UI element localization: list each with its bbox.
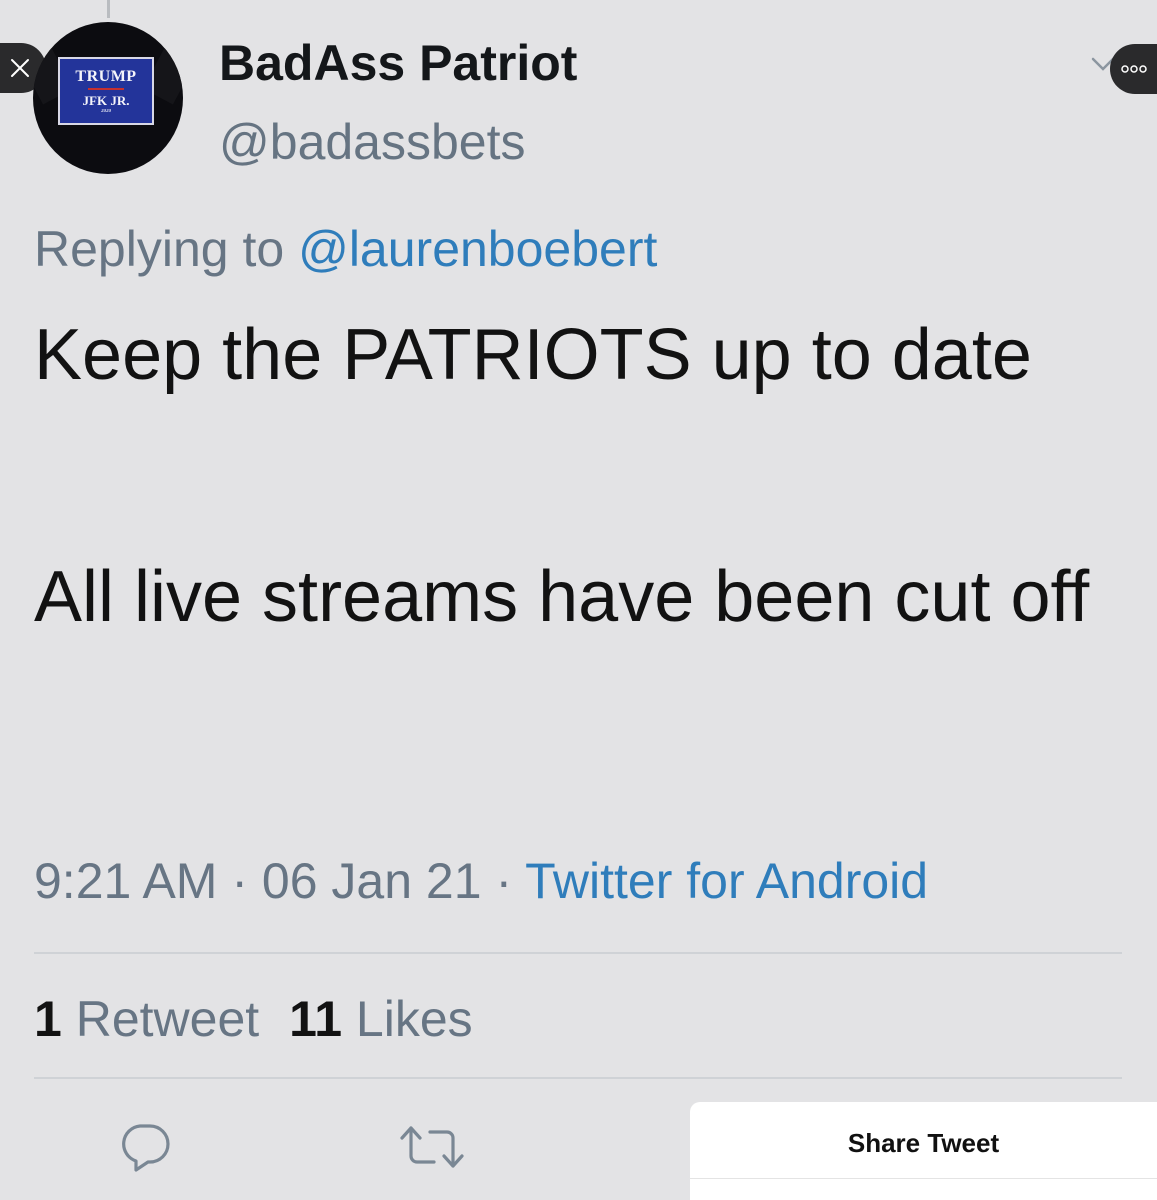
- user-handle[interactable]: @badassbets: [219, 113, 526, 171]
- share-sheet: Share Tweet: [690, 1102, 1157, 1200]
- thread-line: [107, 0, 110, 18]
- like-count: 11: [289, 991, 343, 1047]
- retweet-label: Retweet: [75, 991, 260, 1047]
- avatar-shirt-patch: TRUMP JFK JR. 2020: [58, 57, 154, 125]
- meta-separator: ·: [231, 853, 249, 909]
- replying-to: Replying to @laurenboebert: [34, 220, 657, 278]
- retweet-icon[interactable]: [398, 1122, 466, 1172]
- tweet-text: Keep the PATRIOTS up to date All live st…: [34, 315, 1094, 637]
- more-dots-icon: [1120, 65, 1147, 73]
- engagement-stats: 1 Retweet 11 Likes: [34, 990, 473, 1048]
- tweet-paragraph-1: Keep the PATRIOTS up to date: [34, 315, 1032, 395]
- likes-label: Likes: [355, 991, 473, 1047]
- close-icon: [11, 59, 29, 77]
- tweet-date: 06 Jan 21: [261, 853, 482, 909]
- tweet-source-link[interactable]: Twitter for Android: [525, 853, 928, 909]
- tweet-paragraph-2: All live streams have been cut off: [34, 556, 1090, 637]
- divider: [34, 1077, 1122, 1079]
- more-options-button[interactable]: [1110, 44, 1157, 94]
- share-sheet-divider: [690, 1178, 1157, 1179]
- avatar[interactable]: TRUMP JFK JR. 2020: [33, 22, 183, 174]
- retweet-count: 1: [34, 991, 62, 1047]
- reply-icon[interactable]: [118, 1120, 172, 1174]
- reply-mention-link[interactable]: @laurenboebert: [298, 221, 657, 277]
- retweet-stat[interactable]: 1 Retweet: [34, 991, 259, 1047]
- display-name[interactable]: BadAss Patriot: [219, 34, 577, 92]
- tweet-time: 9:21 AM: [34, 853, 218, 909]
- likes-stat[interactable]: 11 Likes: [289, 991, 473, 1047]
- divider: [34, 952, 1122, 954]
- share-tweet-title: Share Tweet: [847, 1128, 1000, 1158]
- replying-label: Replying to: [34, 221, 285, 277]
- meta-separator: ·: [495, 853, 513, 909]
- tweet-metadata: 9:21 AM · 06 Jan 21 · Twitter for Androi…: [34, 852, 928, 910]
